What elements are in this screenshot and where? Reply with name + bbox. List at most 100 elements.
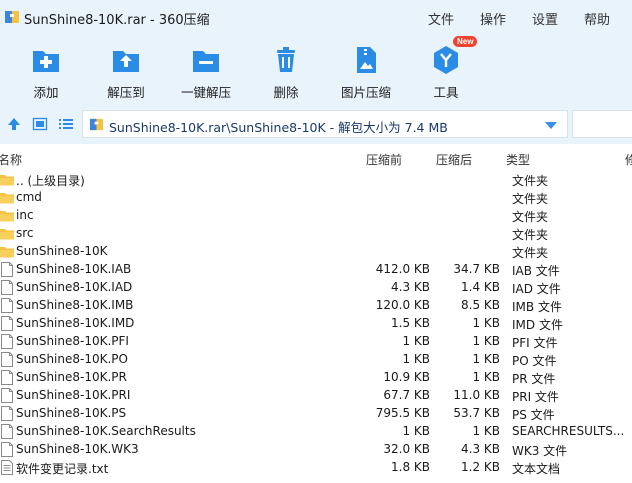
one-click-extract-label: 一键解压: [180, 85, 231, 100]
file-row[interactable]: SunShine8-10K.IAD 4.3 KB 1.4 KB IAD 文件: [0, 279, 632, 297]
title-bar: SunShine8-10K.rar - 360压缩 文件 操作 设置 帮助: [0, 0, 632, 34]
archive-icon: [89, 118, 104, 131]
delete-button[interactable]: 删除: [244, 38, 328, 100]
extract-to-icon: [113, 51, 139, 72]
file-icon: [1, 370, 13, 385]
size-before: 1.5 KB: [391, 316, 430, 330]
image-compress-label: 图片压缩: [340, 85, 391, 100]
file-name: SunShine8-10K.WK3: [16, 442, 139, 456]
folder-row[interactable]: inc 文件夹: [0, 207, 632, 225]
chevron-down-icon[interactable]: [545, 122, 557, 129]
column-after[interactable]: 压缩后: [436, 151, 472, 168]
file-type: PS 文件: [512, 408, 555, 422]
search-input[interactable]: [572, 110, 632, 138]
file-icon: [1, 388, 13, 403]
add-icon: [33, 51, 59, 72]
folder-row[interactable]: cmd 文件夹: [0, 189, 632, 207]
thumbnail-view-icon[interactable]: [32, 116, 48, 132]
file-row[interactable]: SunShine8-10K.PRI 67.7 KB 11.0 KB PRI 文件: [0, 387, 632, 405]
file-row[interactable]: SunShine8-10K.PFI 1 KB 1 KB PFI 文件: [0, 333, 632, 351]
file-name: src: [16, 226, 34, 240]
menu-file[interactable]: 文件: [428, 9, 454, 28]
file-name: inc: [16, 208, 34, 222]
file-type: IMB 文件: [512, 300, 562, 314]
size-after: 8.5 KB: [461, 298, 500, 312]
tools-button[interactable]: New 工具: [404, 36, 488, 100]
file-type: PRI 文件: [512, 390, 559, 404]
address-path: SunShine8-10K.rar\SunShine8-10K - 解包大小为 …: [109, 120, 448, 135]
file-row[interactable]: SunShine8-10K.PS 795.5 KB 53.7 KB PS 文件: [0, 405, 632, 423]
menu-operation[interactable]: 操作: [480, 9, 506, 28]
size-before: 10.9 KB: [383, 370, 430, 384]
add-button[interactable]: 添加: [4, 38, 88, 100]
folder-row[interactable]: SunShine8-10K 文件夹: [0, 243, 632, 261]
file-row[interactable]: SunShine8-10K.IMB 120.0 KB 8.5 KB IMB 文件: [0, 297, 632, 315]
extract-to-button[interactable]: 解压到: [84, 38, 168, 100]
file-row[interactable]: SunShine8-10K.PO 1 KB 1 KB PO 文件: [0, 351, 632, 369]
folder-icon: [0, 193, 14, 204]
menu-help[interactable]: 帮助: [584, 9, 610, 28]
file-icon: [1, 262, 13, 277]
size-after: 1 KB: [472, 370, 500, 384]
size-after: 1 KB: [472, 334, 500, 348]
file-name: SunShine8-10K.PRI: [16, 388, 131, 402]
file-row[interactable]: SunShine8-10K.IAB 412.0 KB 34.7 KB IAB 文件: [0, 261, 632, 279]
file-type: 文件夹: [512, 228, 549, 242]
size-after: 1 KB: [472, 316, 500, 330]
folder-icon: [0, 247, 14, 258]
size-after: 1.4 KB: [461, 280, 500, 294]
size-after: 11.0 KB: [453, 388, 500, 402]
file-row[interactable]: SunShine8-10K.PR 10.9 KB 1 KB PR 文件: [0, 369, 632, 387]
column-type[interactable]: 类型: [506, 151, 530, 168]
file-icon: [1, 406, 13, 421]
folder-row[interactable]: .. (上级目录) 文件夹: [0, 171, 632, 189]
folder-icon: [0, 175, 14, 186]
file-row[interactable]: SunShine8-10K.SearchResults 1 KB 1 KB SEARC…: [0, 423, 632, 441]
file-icon: [1, 334, 13, 349]
size-before: 412.0 KB: [375, 262, 430, 276]
up-arrow-icon[interactable]: [6, 116, 22, 132]
delete-icon: [277, 47, 295, 72]
file-name: .. (上级目录): [16, 174, 85, 188]
column-before[interactable]: 压缩前: [366, 151, 402, 168]
size-before: 1 KB: [402, 352, 430, 366]
file-name: SunShine8-10K.PO: [16, 352, 128, 366]
file-row[interactable]: 软件变更记录.txt 1.8 KB 1.2 KB 文本文档: [0, 459, 632, 477]
file-type: IAD 文件: [512, 282, 561, 296]
extract-to-label: 解压到: [107, 85, 145, 100]
size-before: 32.0 KB: [383, 442, 430, 456]
menu-settings[interactable]: 设置: [532, 9, 558, 28]
file-row[interactable]: SunShine8-10K.IMD 1.5 KB 1 KB IMD 文件: [0, 315, 632, 333]
size-before: 4.3 KB: [391, 280, 430, 294]
image-compress-button[interactable]: 图片压缩: [324, 38, 408, 100]
size-before: 1.8 KB: [391, 460, 430, 474]
one-click-extract-icon: [193, 51, 219, 72]
list-view-icon[interactable]: [58, 116, 74, 132]
file-row[interactable]: SunShine8-10K.WK3 32.0 KB 4.3 KB WK3 文件: [0, 441, 632, 459]
file-type: 文件夹: [512, 192, 549, 206]
size-before: 1 KB: [402, 334, 430, 348]
folder-icon: [0, 229, 14, 240]
column-modified[interactable]: 修: [625, 151, 632, 168]
folder-row[interactable]: src 文件夹: [0, 225, 632, 243]
file-type: 文本文档: [512, 462, 561, 476]
file-name: SunShine8-10K.IMB: [16, 298, 134, 312]
file-name: SunShine8-10K: [16, 244, 108, 258]
new-badge: New: [453, 36, 478, 47]
file-name: SunShine8-10K.IAB: [16, 262, 132, 276]
file-name: 软件变更记录.txt: [16, 462, 109, 476]
file-name: SunShine8-10K.PS: [16, 406, 127, 420]
size-after: 1.2 KB: [461, 460, 500, 474]
file-name: SunShine8-10K.IMD: [16, 316, 135, 330]
file-type: IAB 文件: [512, 264, 560, 278]
column-name[interactable]: 名称: [0, 151, 22, 168]
file-icon: [1, 352, 13, 367]
file-name: cmd: [16, 190, 42, 204]
address-bar[interactable]: SunShine8-10K.rar\SunShine8-10K - 解包大小为 …: [82, 110, 568, 138]
address-row: SunShine8-10K.rar\SunShine8-10K - 解包大小为 …: [0, 104, 632, 144]
size-before: 67.7 KB: [383, 388, 430, 402]
size-after: 1 KB: [472, 424, 500, 438]
one-click-extract-button[interactable]: 一键解压: [164, 38, 248, 100]
size-after: 34.7 KB: [453, 262, 500, 276]
file-type: IMD 文件: [512, 318, 563, 332]
